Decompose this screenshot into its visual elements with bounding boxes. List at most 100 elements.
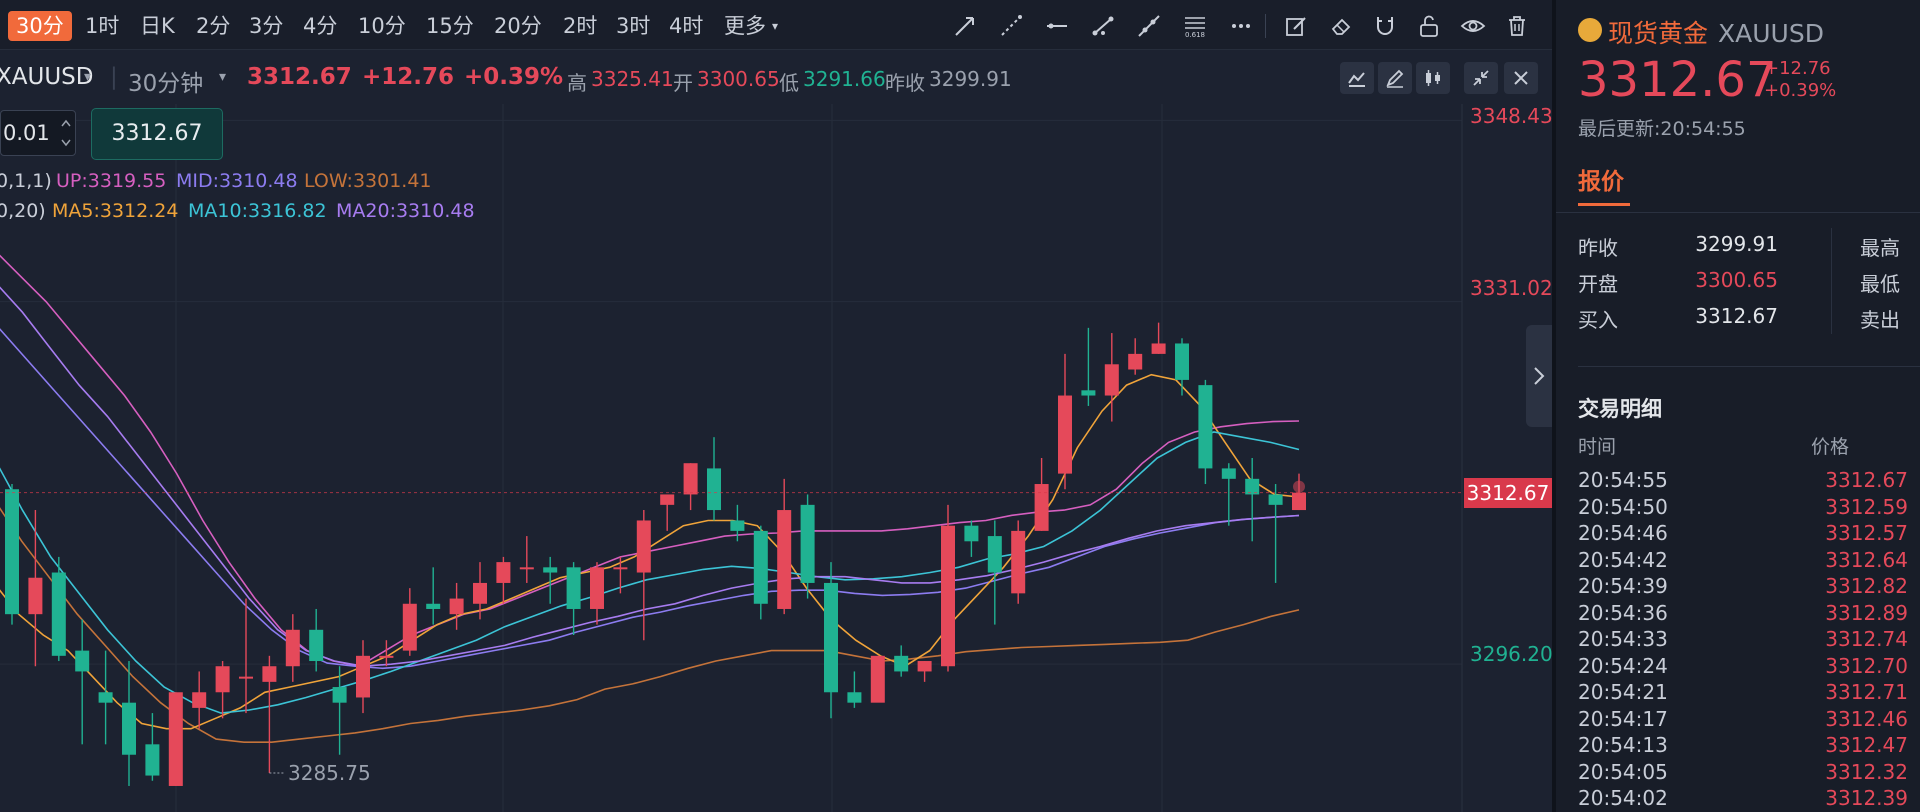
candle-body <box>168 692 183 786</box>
trade-time: 20:54:36 <box>1578 600 1668 625</box>
candle-body <box>1292 492 1306 511</box>
candle-body <box>192 692 207 708</box>
trade-price: 3312.71 <box>1825 680 1908 704</box>
candlestick-chart[interactable] <box>0 0 1552 812</box>
candle-body <box>543 567 558 573</box>
price-change: +12.76 <box>362 64 455 90</box>
interval-dropdown-icon[interactable]: ▾ <box>219 69 226 85</box>
trade-time: 20:54:33 <box>1578 627 1668 651</box>
candle-body <box>683 463 698 495</box>
trades-col-time: 时间 <box>1578 436 1617 458</box>
candle-body <box>215 666 230 693</box>
horizontal-line-icon[interactable] <box>1042 11 1072 41</box>
candle-body <box>707 468 721 511</box>
trade-row: 20:54:21 3312.71 <box>1578 680 1908 706</box>
trade-row: 20:54:33 3312.74 <box>1578 627 1908 653</box>
trade-time: 20:54:24 <box>1578 653 1668 678</box>
period-tab[interactable]: 4分 <box>295 11 345 41</box>
trade-time: 20:54:50 <box>1578 494 1668 519</box>
candle-body <box>1058 395 1072 474</box>
quote-label: 买入 <box>1578 308 1618 332</box>
tab-indicator <box>1578 203 1630 206</box>
period-tab[interactable]: 30分 <box>8 11 72 41</box>
interval-selector[interactable]: 30分钟 <box>128 64 203 98</box>
trade-time: 20:54:02 <box>1578 786 1668 810</box>
low-label: 低 <box>779 71 799 95</box>
candle-body <box>98 692 113 703</box>
period-tab[interactable]: 2分 <box>188 11 238 41</box>
magnet-icon[interactable] <box>1370 11 1400 41</box>
period-tab[interactable]: 15分 <box>418 11 482 41</box>
trade-time: 20:54:21 <box>1578 680 1668 704</box>
trade-price: 3312.64 <box>1825 547 1908 572</box>
more-periods-dropdown[interactable]: 更多 <box>716 11 774 41</box>
collapse-icon[interactable] <box>1464 62 1498 94</box>
trade-price: 3312.32 <box>1825 759 1908 784</box>
candle-body <box>5 489 19 615</box>
dashed-ray-icon[interactable] <box>996 11 1026 41</box>
trade-time: 20:54:13 <box>1578 733 1668 757</box>
unlock-icon[interactable] <box>1414 11 1444 41</box>
quote-value: 3299.91 <box>1695 232 1778 256</box>
symbol-dropdown-icon[interactable]: ▾ <box>84 69 91 85</box>
panel-toggle-handle[interactable] <box>1526 325 1552 427</box>
svg-text:0.618: 0.618 <box>1185 31 1205 39</box>
y-axis-label: 3331.02 <box>1470 276 1553 300</box>
candle-body <box>473 582 487 604</box>
period-tab[interactable]: 1时 <box>77 11 127 41</box>
candle-body <box>1034 484 1049 531</box>
order-price-button[interactable]: 3312.67 <box>91 108 223 160</box>
period-tab[interactable]: 日K <box>132 11 183 41</box>
boll-low-value: LOW:3301.41 <box>304 170 432 192</box>
qty-stepper[interactable] <box>56 110 76 156</box>
quote-row: 昨收 3299.91 最高 <box>1578 232 1918 262</box>
draw-pencil-icon[interactable] <box>1378 62 1412 94</box>
trade-row: 20:54:55 3312.67 <box>1578 468 1908 494</box>
open-value: 3300.65 <box>697 67 780 91</box>
trade-row: 20:54:36 3312.89 <box>1578 601 1908 627</box>
indicator-icon[interactable] <box>1340 62 1374 94</box>
trade-time: 20:54:55 <box>1578 468 1668 492</box>
candle-style-icon[interactable] <box>1416 62 1450 94</box>
trade-time: 20:54:17 <box>1578 706 1668 731</box>
quote-label: 开盘 <box>1578 272 1618 296</box>
more-dots-icon[interactable] <box>1226 11 1256 41</box>
eraser-icon[interactable] <box>1326 11 1356 41</box>
period-tab[interactable]: 3时 <box>608 11 658 41</box>
period-tab[interactable]: 3分 <box>241 11 291 41</box>
boll-mid-value: MID:3310.48 <box>176 170 298 192</box>
candle-body <box>917 661 932 672</box>
extended-line-icon[interactable] <box>1134 11 1164 41</box>
trash-icon[interactable] <box>1502 11 1532 41</box>
series-line-up <box>0 254 1300 668</box>
trades-title: 交易明细 <box>1578 397 1662 421</box>
trend-line-icon[interactable] <box>1088 11 1118 41</box>
ma20-value: MA20:3310.48 <box>336 200 475 222</box>
divider: | <box>110 64 118 90</box>
chart-area: 30分 1时 日K 2分 3分 4分 10分 15分 20分 2时 3时 4时 更多 ▾ 0.618 XAU… <box>0 0 1553 812</box>
quote-value: 3312.67 <box>1695 304 1778 328</box>
period-tab[interactable]: 10分 <box>350 11 414 41</box>
period-tab[interactable]: 2时 <box>555 11 605 41</box>
instrument-title: 现货黄金 XAUUSD <box>1576 14 1824 50</box>
fibonacci-icon[interactable]: 0.618 <box>1180 11 1210 41</box>
eye-icon[interactable] <box>1458 11 1488 41</box>
candle-body <box>636 520 651 573</box>
candle-body <box>379 655 394 658</box>
trade-row: 20:54:02 3312.39 <box>1578 786 1908 812</box>
arrow-line-icon[interactable] <box>950 11 980 41</box>
candle-body <box>987 536 1002 573</box>
period-tab[interactable]: 4时 <box>661 11 711 41</box>
tab-quote[interactable]: 报价 <box>1578 162 1624 196</box>
period-tab[interactable]: 20分 <box>486 11 550 41</box>
candle-body <box>1198 385 1213 469</box>
quote-value: 3300.65 <box>1695 268 1778 292</box>
close-icon[interactable] <box>1504 62 1538 94</box>
candle-body <box>660 494 675 505</box>
edit-icon[interactable] <box>1281 11 1311 41</box>
candle-body <box>75 650 90 672</box>
symbol-info-bar: XAUUSD ▾ | 30分钟 ▾ 3312.67 +12.76 +0.39% … <box>0 52 1552 104</box>
trade-row: 20:54:17 3312.46 <box>1578 707 1908 733</box>
last-update: 最后更新:20:54:55 <box>1578 114 1746 141</box>
symbol-selector[interactable]: XAUUSD <box>0 64 93 90</box>
